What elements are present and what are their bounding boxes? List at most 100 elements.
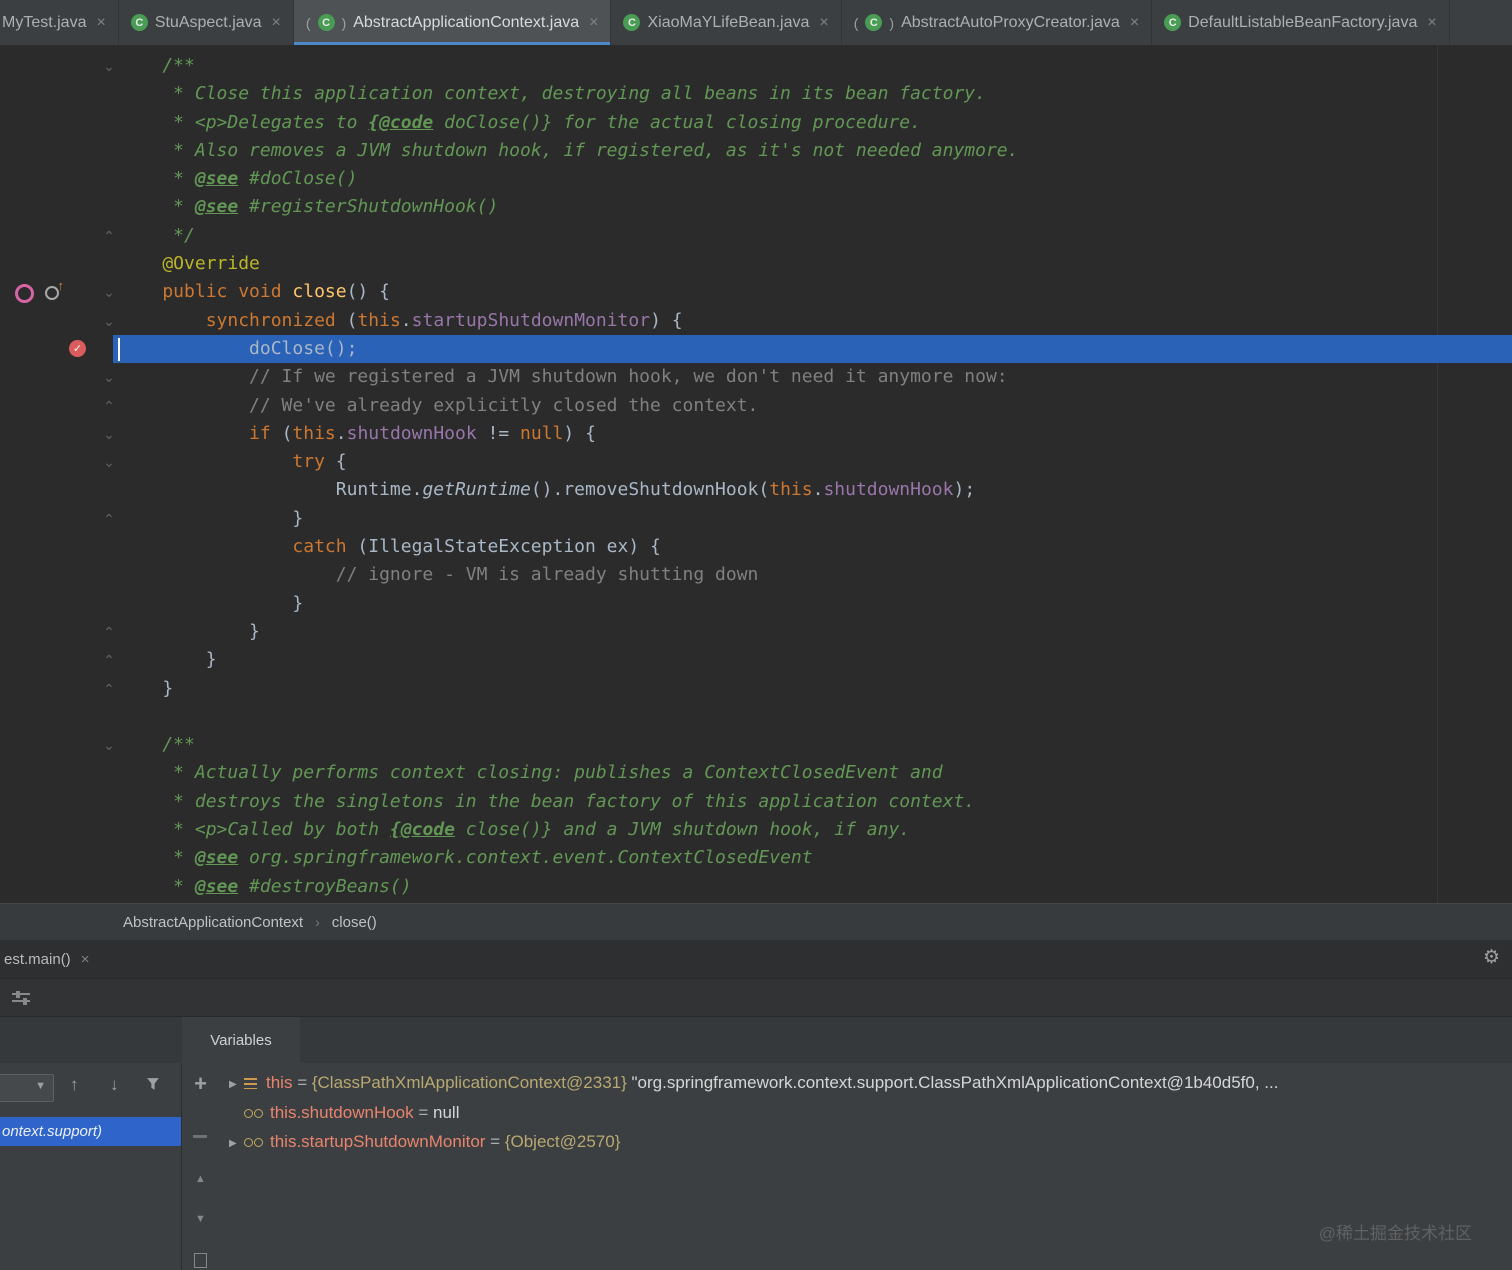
code-line[interactable]: * Actually performs context closing: pub… [0, 759, 1512, 787]
code-token: Runtime. [119, 479, 423, 501]
chevron-right-icon: › [315, 914, 320, 930]
fold-marker-icon[interactable]: ⌄ [100, 731, 118, 759]
code-token: getRuntime [422, 479, 531, 501]
variable-name: this.startupShutdownMonitor [270, 1132, 486, 1151]
expand-arrow-icon[interactable]: ▶ [229, 1129, 244, 1159]
debug-session-tab[interactable]: est.main() [4, 951, 71, 968]
fold-marker-icon[interactable]: ⌄ [100, 420, 118, 448]
editor-tab[interactable]: C XiaoMaYLifeBean.java × [611, 0, 842, 45]
code-line[interactable]: } [0, 505, 1512, 533]
code-token: close()} and a JVM shutdown hook, if any… [454, 819, 911, 841]
code-line[interactable]: // If we registered a JVM shutdown hook,… [0, 363, 1512, 391]
fold-marker-icon[interactable]: ⌃ [100, 618, 118, 646]
code-line[interactable]: // We've already explicitly closed the c… [0, 392, 1512, 420]
paren-icon: ) [341, 14, 347, 31]
code-line[interactable]: } [0, 675, 1512, 703]
fold-marker-icon[interactable]: ⌃ [100, 505, 118, 533]
code-token: @see [194, 847, 239, 869]
expand-arrow-icon[interactable]: ▶ [229, 1070, 244, 1100]
code-line[interactable]: * Close this application context, destro… [0, 80, 1512, 108]
code-line[interactable]: public void close() { [0, 278, 1512, 306]
code-line[interactable]: synchronized (this.startupShutdownMonito… [0, 307, 1512, 335]
session-close-icon[interactable]: × [81, 951, 90, 968]
code-line[interactable]: } [0, 618, 1512, 646]
editor-tab[interactable]: (C) AbstractApplicationContext.java × [293, 0, 612, 45]
fold-marker-icon[interactable]: ⌃ [100, 222, 118, 250]
code-line[interactable]: } [0, 590, 1512, 618]
scroll-up-button[interactable]: ▲ [182, 1173, 219, 1185]
editor-tab[interactable]: C DefaultListableBeanFactory.java × [1152, 0, 1450, 45]
code-line[interactable]: * @see #destroyBeans() [0, 873, 1512, 901]
frame-up-button[interactable]: ↑ [70, 1075, 79, 1095]
chevron-down-icon: ▼ [35, 1080, 46, 1092]
fold-marker-icon[interactable]: ⌄ [100, 278, 118, 306]
add-watch-button[interactable]: + [182, 1071, 219, 1097]
tab-close-icon[interactable]: × [272, 14, 281, 32]
code-token: { [324, 451, 347, 473]
fold-marker-icon[interactable]: ⌄ [100, 307, 118, 335]
breadcrumb-class[interactable]: AbstractApplicationContext [123, 914, 303, 931]
code-line[interactable]: * <p>Delegates to {@code doClose()} for … [0, 109, 1512, 137]
code-line[interactable]: Runtime.getRuntime().removeShutdownHook(… [0, 476, 1512, 504]
code-token: shutdownHook [346, 422, 477, 444]
code-line[interactable]: * Also removes a JVM shutdown hook, if r… [0, 137, 1512, 165]
class-icon: C [1164, 14, 1182, 31]
code-line[interactable]: */ [0, 222, 1512, 250]
code-line[interactable]: /** [0, 731, 1512, 759]
tab-close-icon[interactable]: × [1130, 14, 1139, 32]
fold-marker-icon[interactable]: ⌃ [100, 392, 118, 420]
code-line[interactable]: /** [0, 52, 1512, 80]
class-icon: C [865, 14, 883, 31]
tab-close-icon[interactable]: × [819, 14, 828, 32]
code-line[interactable]: * @see #doClose() [0, 165, 1512, 193]
debug-session-strip: est.main() × ⚙ [0, 940, 1512, 978]
variable-row[interactable]: ▶ this = {ClassPathXmlApplicationContext@… [219, 1068, 1512, 1098]
view-options-icon[interactable] [12, 991, 30, 1005]
code-line[interactable]: } [0, 646, 1512, 674]
code-line[interactable]: // ignore - VM is already shutting down [0, 561, 1512, 589]
variable-row[interactable]: this.shutdownHook = null [219, 1098, 1512, 1128]
code-token: . [400, 309, 412, 331]
gear-icon[interactable]: ⚙ [1483, 946, 1500, 969]
breadcrumb-method[interactable]: close() [332, 914, 377, 931]
code-token: * <p>Called by both [119, 819, 390, 841]
code-token: public void [119, 281, 293, 303]
editor-tab[interactable]: C StuAspect.java × [119, 0, 294, 45]
fold-marker-icon[interactable]: ⌃ [100, 675, 118, 703]
scroll-down-button[interactable]: ▼ [182, 1213, 219, 1225]
editor-tab[interactable]: (C) AbstractAutoProxyCreator.java × [842, 0, 1153, 45]
breakpoint-verified-icon[interactable]: ✓ [69, 340, 86, 357]
code-line[interactable] [0, 703, 1512, 731]
code-line[interactable]: if (this.shutdownHook != null) { [0, 420, 1512, 448]
fold-marker-icon[interactable]: ⌄ [100, 52, 118, 80]
overrides-method-icon[interactable]: ↑ [45, 278, 64, 301]
tab-close-icon[interactable]: × [96, 14, 105, 32]
code-line[interactable]: try { [0, 448, 1512, 476]
fold-marker-icon[interactable]: ⌄ [100, 448, 118, 476]
debug-toolbar [0, 978, 1512, 1017]
tab-close-icon[interactable]: × [1427, 14, 1436, 32]
code-line[interactable]: @Override [0, 250, 1512, 278]
code-editor[interactable]: /** * Close this application context, de… [0, 46, 1512, 903]
code-line[interactable]: catch (IllegalStateException ex) { [0, 533, 1512, 561]
code-line[interactable]: * <p>Called by both {@code close()} and … [0, 816, 1512, 844]
fold-marker-icon[interactable]: ⌄ [100, 363, 118, 391]
code-line[interactable]: * @see #registerShutdownHook() [0, 193, 1512, 221]
selected-stack-frame[interactable]: ontext.support) [0, 1117, 181, 1146]
tab-variables[interactable]: Variables [182, 1017, 300, 1063]
copy-icon[interactable] [194, 1249, 211, 1268]
fold-marker-icon[interactable]: ⌃ [100, 646, 118, 674]
code-line[interactable]: * destroys the singletons in the bean fa… [0, 788, 1512, 816]
code-line[interactable]: * @see org.springframework.context.event… [0, 844, 1512, 872]
editor-tab[interactable]: CMyTest.java× [0, 0, 119, 45]
variable-row[interactable]: ▶ this.startupShutdownMonitor = {Object@2… [219, 1127, 1512, 1157]
code-token: // We've already explicitly closed the c… [119, 394, 759, 416]
filter-icon[interactable] [146, 1077, 160, 1096]
thread-dropdown[interactable]: ▼ [0, 1074, 54, 1102]
frame-down-button[interactable]: ↓ [110, 1075, 119, 1095]
code-token: ) { [563, 422, 596, 444]
variable-name: this [266, 1073, 293, 1092]
tab-close-icon[interactable]: × [589, 14, 598, 32]
code-line[interactable]: doClose(); [0, 335, 1512, 363]
frames-panel: ▼ ↑ ↓ ontext.support) [0, 1063, 182, 1270]
